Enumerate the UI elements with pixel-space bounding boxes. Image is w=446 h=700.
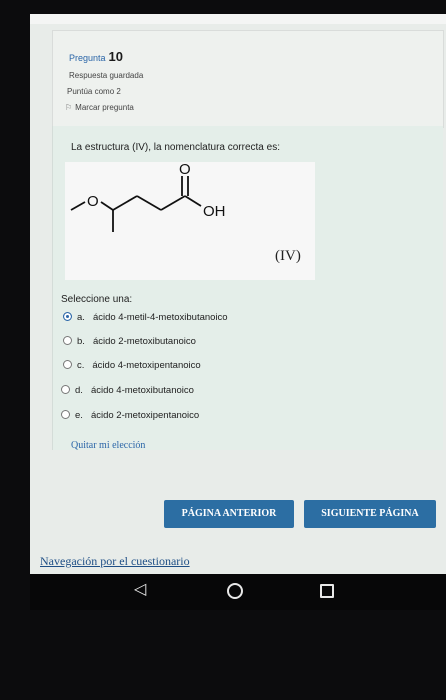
back-icon[interactable]: ◁ <box>134 579 146 599</box>
bond-c2-c1 <box>160 195 186 211</box>
flag-icon: ⚐ <box>65 103 73 112</box>
answer-option-e[interactable]: e. ácido 2-metoxipentanoico <box>61 409 199 421</box>
question-text: La estructura (IV), la nomenclatura corr… <box>71 142 280 153</box>
saved-status: Respuesta guardada <box>69 71 144 80</box>
home-icon[interactable] <box>227 583 243 599</box>
hydroxyl-group: OH <box>203 203 226 220</box>
question-content: La estructura (IV), la nomenclatura corr… <box>52 126 443 451</box>
bond-o-c4 <box>100 201 114 211</box>
flag-label: Marcar pregunta <box>75 103 134 112</box>
answer-option-b[interactable]: b. ácido 2-metoxibutanoico <box>63 335 196 347</box>
answer-option-d[interactable]: d. ácido 4-metoxibutanoico <box>61 384 194 396</box>
radio-button-a[interactable] <box>63 311 72 321</box>
radio-button-b[interactable] <box>63 335 72 345</box>
quiz-navigation-link[interactable]: Navegación por el cuestionario <box>40 554 190 569</box>
structure-label: (IV) <box>275 248 301 264</box>
question-info-box: Pregunta 10 Respuesta guardada Puntúa com… <box>52 30 444 128</box>
score-text: Puntúa como 2 <box>67 87 121 96</box>
recent-apps-icon[interactable] <box>320 584 334 598</box>
browser-screen: Pregunta 10 Respuesta guardada Puntúa com… <box>30 14 446 574</box>
question-label: Pregunta 10 <box>69 49 123 64</box>
top-strip <box>30 14 446 24</box>
next-page-button[interactable]: SIGUIENTE PÁGINA <box>304 500 436 528</box>
select-prompt: Seleccione una: <box>61 294 133 305</box>
carbonyl-oxygen: O <box>179 162 191 178</box>
previous-page-button[interactable]: PÁGINA ANTERIOR <box>164 500 294 528</box>
radio-button-c[interactable] <box>63 359 72 369</box>
answer-option-c[interactable]: c. ácido 4-metoxipentanoico <box>63 359 201 371</box>
ether-oxygen: O <box>87 193 99 210</box>
clear-choice-link[interactable]: Quitar mi elección <box>71 440 145 451</box>
bond-c3-c2 <box>136 195 162 211</box>
radio-button-e[interactable] <box>61 409 70 419</box>
answer-option-a[interactable]: a. ácido 4-metil-4-metoxibutanoico <box>63 311 228 323</box>
bond-methyl-o <box>70 201 86 211</box>
flag-question-link[interactable]: ⚐ Marcar pregunta <box>65 103 134 112</box>
android-navigation-bar: ◁ <box>30 574 446 610</box>
bond-c1-oh <box>184 195 202 207</box>
question-number: 10 <box>108 49 123 64</box>
bond-c4-c3 <box>112 195 138 211</box>
radio-button-d[interactable] <box>61 384 70 394</box>
